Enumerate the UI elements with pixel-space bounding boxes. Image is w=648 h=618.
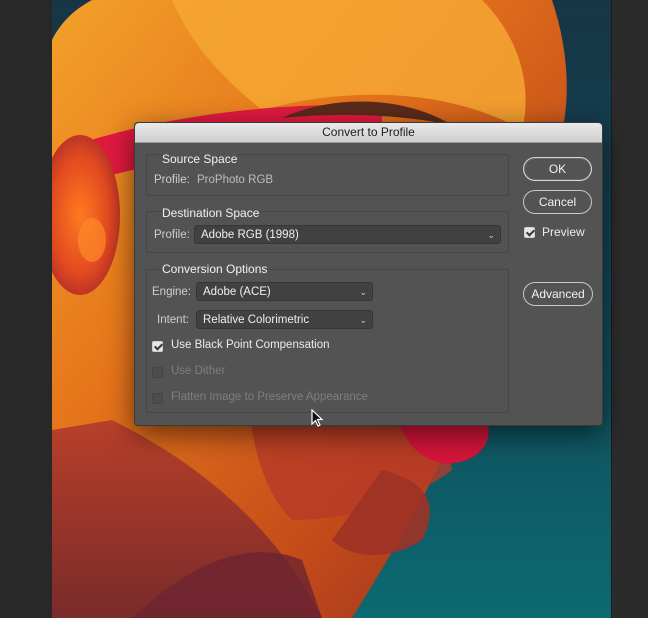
intent-select[interactable]: Relative Colorimetric ⌄	[196, 310, 373, 329]
engine-value: Adobe (ACE)	[203, 286, 271, 298]
destination-space-heading: Destination Space	[162, 206, 260, 220]
preview-label[interactable]: Preview	[542, 225, 585, 239]
source-profile-label: Profile:	[154, 174, 190, 186]
ok-button[interactable]: OK	[523, 157, 592, 181]
source-space-heading: Source Space	[162, 152, 238, 166]
cancel-button[interactable]: Cancel	[523, 190, 592, 214]
destination-profile-label: Profile:	[154, 229, 190, 241]
flatten-image-label: Flatten Image to Preserve Appearance	[171, 391, 368, 403]
engine-label: Engine:	[152, 286, 192, 298]
use-dither-label: Use Dither	[171, 365, 226, 377]
checkbox-checked-icon[interactable]	[524, 227, 535, 238]
destination-profile-value: Adobe RGB (1998)	[201, 229, 299, 241]
convert-to-profile-dialog: Convert to Profile Source Space Profile:…	[134, 122, 603, 426]
canvas-pasteboard-left	[0, 0, 52, 618]
canvas-pasteboard-right	[611, 0, 648, 618]
intent-label: Intent:	[157, 314, 189, 326]
dialog-title[interactable]: Convert to Profile	[135, 123, 602, 143]
conversion-options-heading: Conversion Options	[162, 262, 268, 276]
source-profile-value: ProPhoto RGB	[197, 174, 274, 186]
checkbox-unchecked-icon	[152, 367, 163, 378]
checkbox-checked-icon[interactable]	[152, 341, 163, 352]
intent-value: Relative Colorimetric	[203, 314, 310, 326]
chevron-updown-icon: ⌄	[359, 315, 367, 325]
chevron-updown-icon: ⌄	[359, 287, 367, 297]
checkbox-unchecked-icon	[152, 393, 163, 404]
black-point-compensation-label[interactable]: Use Black Point Compensation	[171, 339, 330, 351]
mouse-pointer-icon	[311, 409, 324, 427]
engine-select[interactable]: Adobe (ACE) ⌄	[196, 282, 373, 301]
destination-profile-select[interactable]: Adobe RGB (1998) ⌄	[194, 225, 501, 244]
advanced-button[interactable]: Advanced	[523, 282, 593, 306]
chevron-updown-icon: ⌄	[487, 230, 495, 240]
